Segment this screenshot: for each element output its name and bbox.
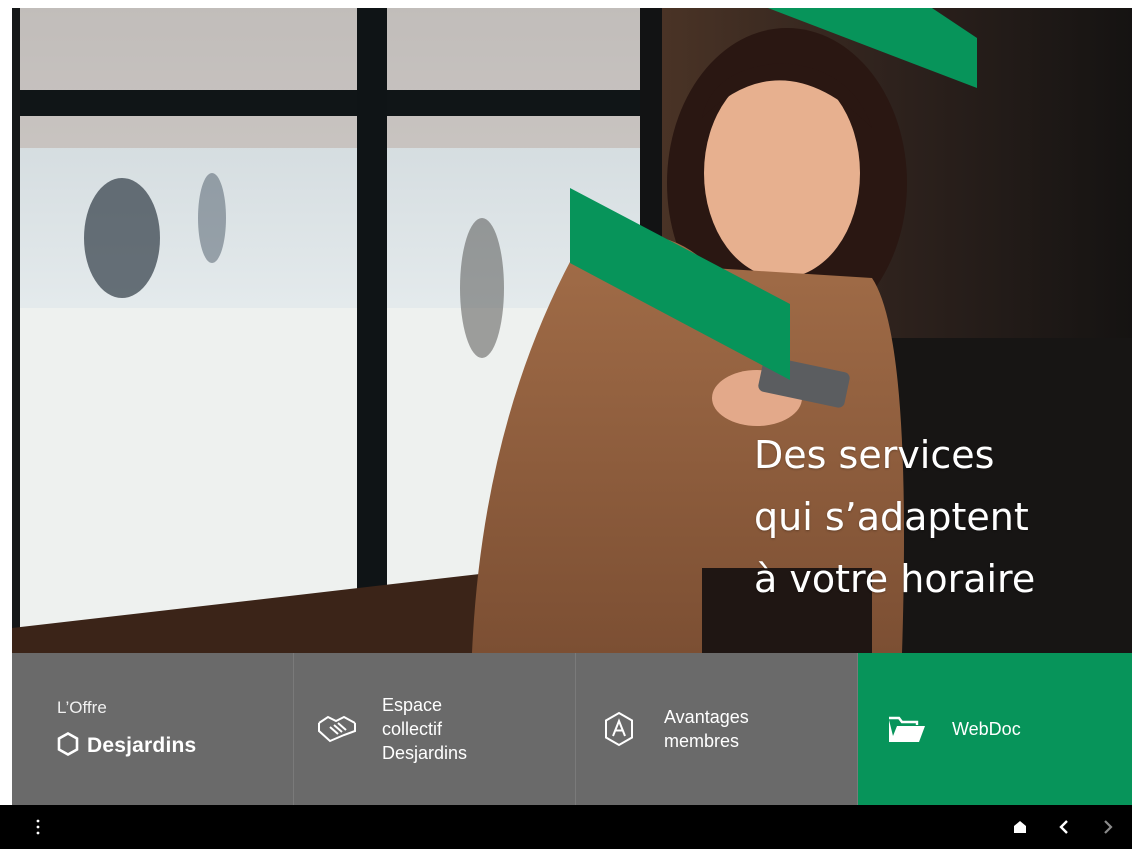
back-icon[interactable]: [1054, 817, 1074, 837]
handshake-icon: [316, 708, 358, 750]
hero-headline-line-2: qui s’adaptent: [754, 495, 1029, 539]
nav-tiles: L’Offre Desjardins Espace collectif Desj…: [12, 653, 1132, 805]
tile-avantages-membres[interactable]: Avantages membres: [576, 653, 858, 805]
more-vertical-icon[interactable]: [28, 817, 48, 837]
tile-webdoc-line-1: WebDoc: [952, 719, 1021, 739]
tile-espace-line-2: collectif: [382, 719, 443, 739]
home-icon[interactable]: [1010, 817, 1030, 837]
desjardins-brand-name: Desjardins: [87, 734, 197, 757]
hero-headline-line-3: à votre horaire: [754, 557, 1036, 601]
tile-avantages-line-2: membres: [664, 731, 740, 751]
tile-avantages-line-1: Avantages: [664, 707, 749, 727]
tile-offre-desjardins[interactable]: L’Offre Desjardins: [12, 653, 294, 805]
bottom-navigation-bar: [0, 805, 1132, 849]
tile-espace-line-3: Desjardins: [382, 743, 468, 763]
desjardins-brand: Desjardins: [57, 732, 196, 760]
tile-espace-label: Espace collectif Desjardins: [382, 693, 467, 765]
tile-offre-label: L’Offre: [57, 698, 107, 717]
hero-banner: Des services qui s’adaptent à votre hora…: [12, 8, 1132, 653]
forward-icon[interactable]: [1098, 817, 1118, 837]
hero-headline: Des services qui s’adaptent à votre hora…: [754, 424, 1124, 610]
folder-icon: [886, 708, 928, 750]
tile-webdoc-label: WebDoc: [952, 717, 1021, 741]
avantages-a-badge-icon: [598, 708, 640, 750]
tile-avantages-label: Avantages membres: [664, 705, 749, 753]
hexagon-logo-icon: [57, 732, 79, 760]
tile-webdoc[interactable]: WebDoc: [858, 653, 1132, 805]
hero-headline-line-1: Des services: [754, 433, 995, 477]
tile-espace-collectif[interactable]: Espace collectif Desjardins: [294, 653, 576, 805]
tile-espace-line-1: Espace: [382, 695, 443, 715]
app-window: Des services qui s’adaptent à votre hora…: [0, 0, 1132, 849]
